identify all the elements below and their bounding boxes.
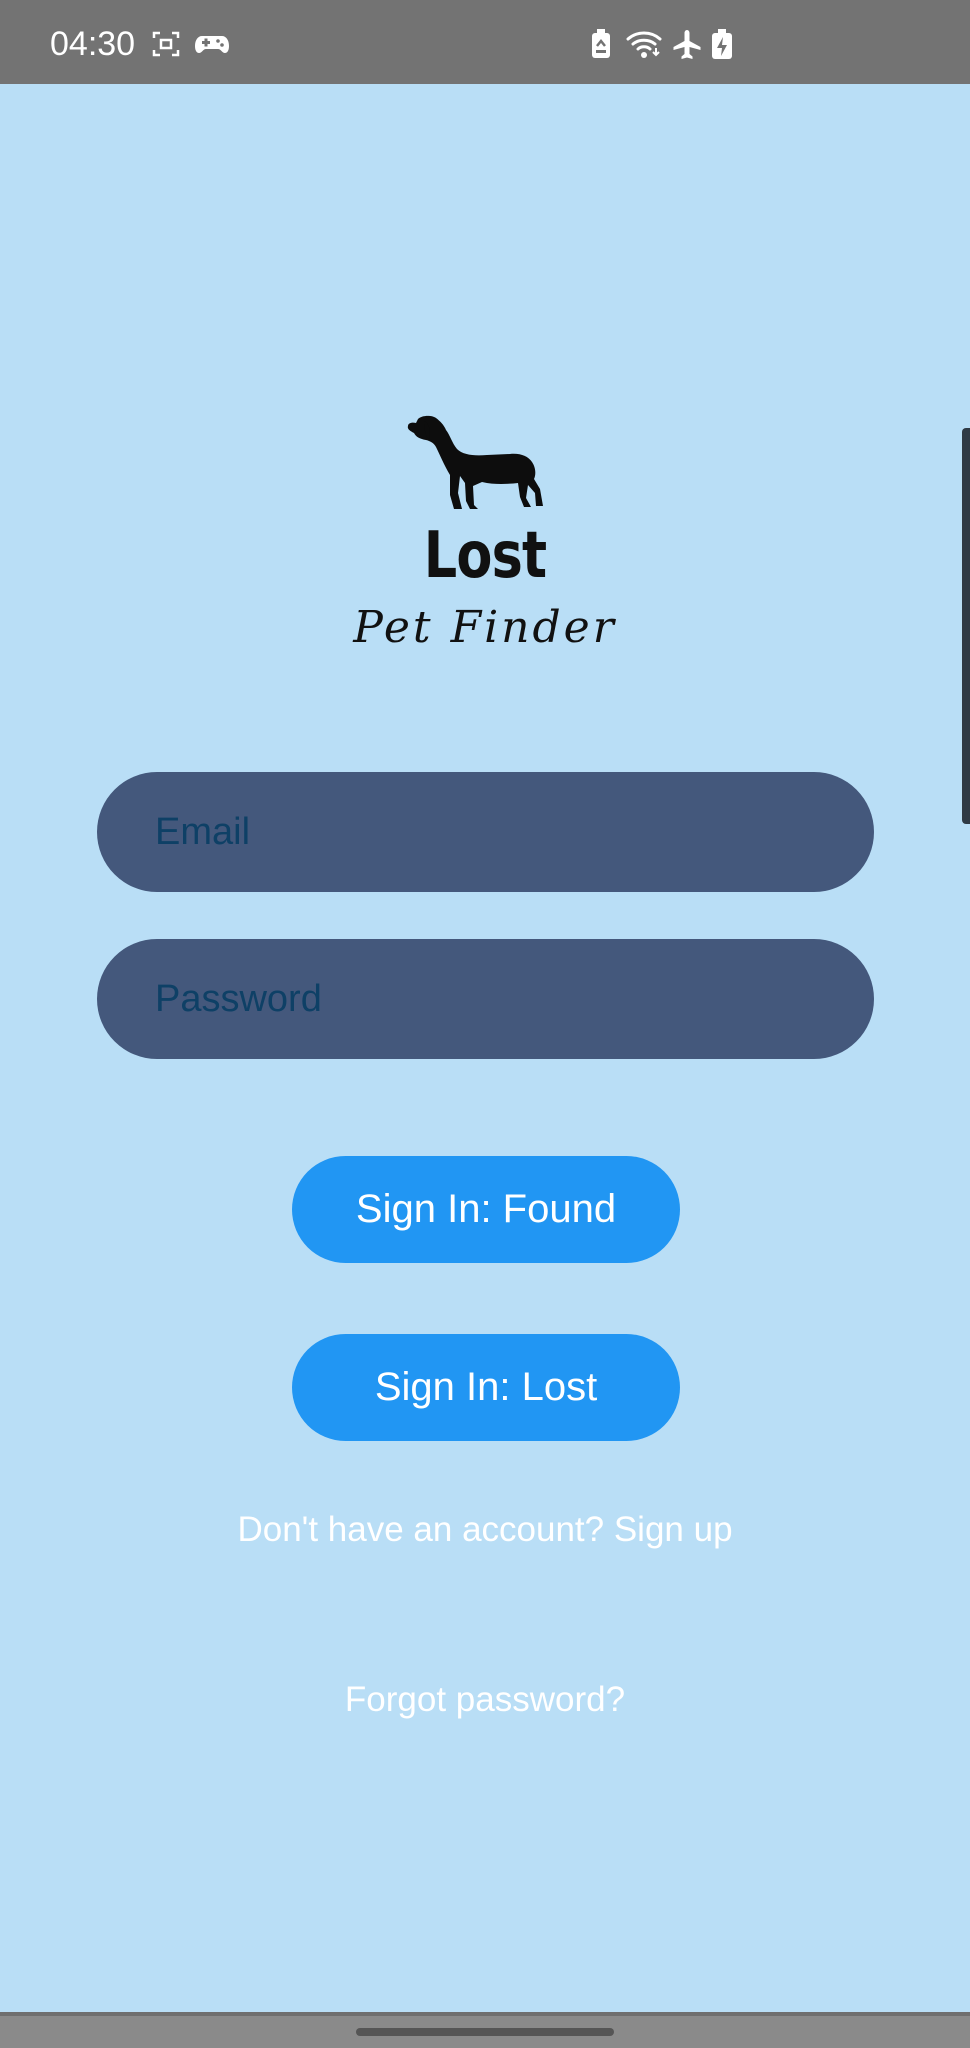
screenshot-icon <box>150 28 182 60</box>
nav-divider <box>0 2012 970 2016</box>
home-handle[interactable] <box>356 2028 614 2036</box>
dog-icon <box>407 415 543 509</box>
status-bar: 04:30 <box>0 0 970 84</box>
logo-subtitle: Pet Finder <box>353 602 617 653</box>
forgot-password-link[interactable]: Forgot password? <box>0 1678 970 1722</box>
battery-saver-icon <box>588 28 614 60</box>
sign-in-found-button[interactable]: Sign In: Found <box>292 1156 680 1263</box>
airplane-icon <box>671 28 703 60</box>
navigation-bar <box>0 2012 970 2048</box>
battery-charging-icon <box>710 28 734 60</box>
email-field[interactable] <box>155 772 835 892</box>
password-field-container <box>97 939 874 1059</box>
scroll-indicator[interactable] <box>962 428 970 824</box>
app-logo: Lost Pet Finder <box>340 405 630 670</box>
email-field-container <box>97 772 874 892</box>
wifi-icon <box>625 28 663 60</box>
signup-link[interactable]: Don't have an account? Sign up <box>0 1508 970 1552</box>
login-screen: 04:30 Lost Pet Finder Email Sign In: Fou… <box>0 0 970 2048</box>
status-time: 04:30 <box>50 25 136 63</box>
sign-in-lost-button[interactable]: Sign In: Lost <box>292 1334 680 1441</box>
logo-title: Lost <box>423 519 547 593</box>
gamepad-icon <box>194 28 230 60</box>
password-field[interactable] <box>155 939 835 1059</box>
